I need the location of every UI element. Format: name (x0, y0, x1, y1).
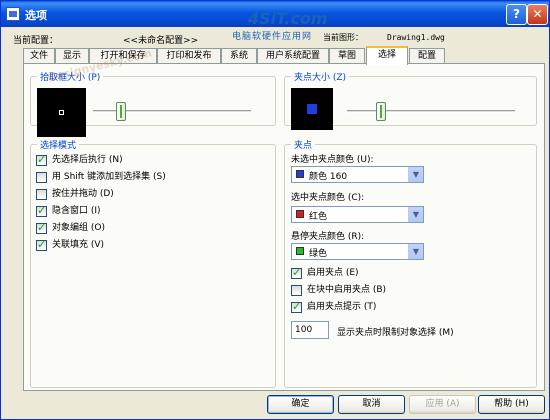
checkbox-box[interactable] (36, 153, 47, 166)
tab-panel-selection: 拾取框大小 (P) 夹点大小 (Z) 选择模式 先选择后执行 (N) 用 (23, 63, 545, 391)
tab-display[interactable]: 显示 (55, 48, 89, 64)
logo-subtitle: 电脑软硬件应用网 (232, 32, 313, 42)
grip-slider-thumb[interactable] (375, 102, 386, 121)
selected-grip-color-dropdown[interactable]: 红色 ▼ (291, 206, 424, 223)
color-swatch (296, 210, 304, 218)
current-drawing-value: Drawing1.dwg (387, 33, 445, 42)
tab-profiles[interactable]: 配置 (409, 48, 445, 64)
grip-size-group: 夹点大小 (Z) (284, 70, 537, 130)
tab-files[interactable]: 文件 (23, 48, 55, 64)
current-profile-label: 当前配置： (13, 36, 59, 46)
tab-plot-publish[interactable]: 打印和发布 (157, 48, 221, 64)
current-drawing-label: 当前图形： (323, 33, 363, 42)
hover-grip-color-dropdown[interactable]: 绿色 ▼ (291, 243, 424, 260)
window-title: 选项 (25, 9, 47, 22)
unselected-grip-color-label: 未选中夹点颜色 (U): (291, 155, 374, 165)
checkbox-box[interactable] (291, 266, 302, 279)
logo-text: 4SiT.com (248, 9, 328, 28)
cancel-button[interactable]: 取消 (338, 395, 405, 414)
pickbox-size-group: 拾取框大小 (P) (30, 70, 276, 137)
close-button[interactable]: ✕ (527, 4, 548, 25)
tab-open-save[interactable]: 打开和保存 (89, 48, 157, 64)
tab-selection[interactable]: 选择 (366, 46, 408, 65)
pickbox-square (59, 110, 64, 115)
checkbox-box[interactable] (36, 172, 47, 183)
help-title-button[interactable]: ? (506, 4, 527, 25)
color-swatch (296, 170, 304, 178)
checkbox-box[interactable] (291, 285, 302, 296)
options-dialog: 选项 ? ✕ 4SiT.com 电脑软硬件应用网 当前配置： <<未命名配置>>… (0, 0, 550, 420)
object-selection-limit-input[interactable]: 100 (291, 321, 329, 339)
grip-preview (291, 88, 333, 130)
selected-grip-color-label: 选中夹点颜色 (C): (291, 193, 365, 203)
grip-slider-track (347, 110, 515, 113)
ok-button[interactable]: 确定 (267, 395, 334, 414)
color-swatch (296, 247, 304, 255)
tab-user-preferences[interactable]: 用户系统配置 (257, 48, 329, 64)
object-selection-limit-label: 显示夹点时限制对象选择 (M) (337, 328, 454, 338)
selection-modes-group: 选择模式 先选择后执行 (N) 用 Shift 键添加到选择集 (S) 按住并拖… (30, 138, 276, 388)
help-icon: ? (513, 7, 520, 21)
checkbox-box[interactable] (36, 221, 47, 234)
hover-grip-color-label: 悬停夹点颜色 (R): (291, 232, 365, 242)
apply-button[interactable]: 应用 (A) (409, 395, 476, 414)
app-icon (6, 7, 20, 21)
chevron-down-icon[interactable]: ▼ (408, 207, 423, 222)
grips-title: 夹点 (291, 138, 316, 151)
checkbox-box[interactable] (291, 300, 302, 313)
help-button[interactable]: 帮助 (H) (478, 395, 545, 414)
selection-modes-title: 选择模式 (37, 138, 80, 151)
unselected-grip-color-dropdown[interactable]: 颜色 160 ▼ (291, 166, 424, 183)
tab-drafting[interactable]: 草图 (329, 48, 365, 64)
checkbox-box[interactable] (36, 238, 47, 251)
grip-square (307, 104, 317, 114)
grips-group: 夹点 未选中夹点颜色 (U): 颜色 160 ▼ 选中夹点颜色 (C): 红色 … (284, 138, 537, 388)
checkbox-box[interactable] (36, 189, 47, 200)
grip-size-title: 夹点大小 (Z) (291, 70, 350, 83)
checkbox-box[interactable] (36, 204, 47, 217)
pickbox-slider-thumb[interactable] (116, 102, 127, 121)
tab-system[interactable]: 系统 (221, 48, 257, 64)
chevron-down-icon[interactable]: ▼ (408, 167, 423, 182)
close-icon: ✕ (532, 7, 543, 21)
pickbox-preview (37, 88, 86, 137)
chevron-down-icon[interactable]: ▼ (408, 244, 423, 259)
site-logo: 4SiT.com 电脑软硬件应用网 (226, 9, 336, 42)
current-profile-value: <<未命名配置>> (123, 36, 199, 46)
pickbox-size-title: 拾取框大小 (P) (37, 70, 104, 83)
